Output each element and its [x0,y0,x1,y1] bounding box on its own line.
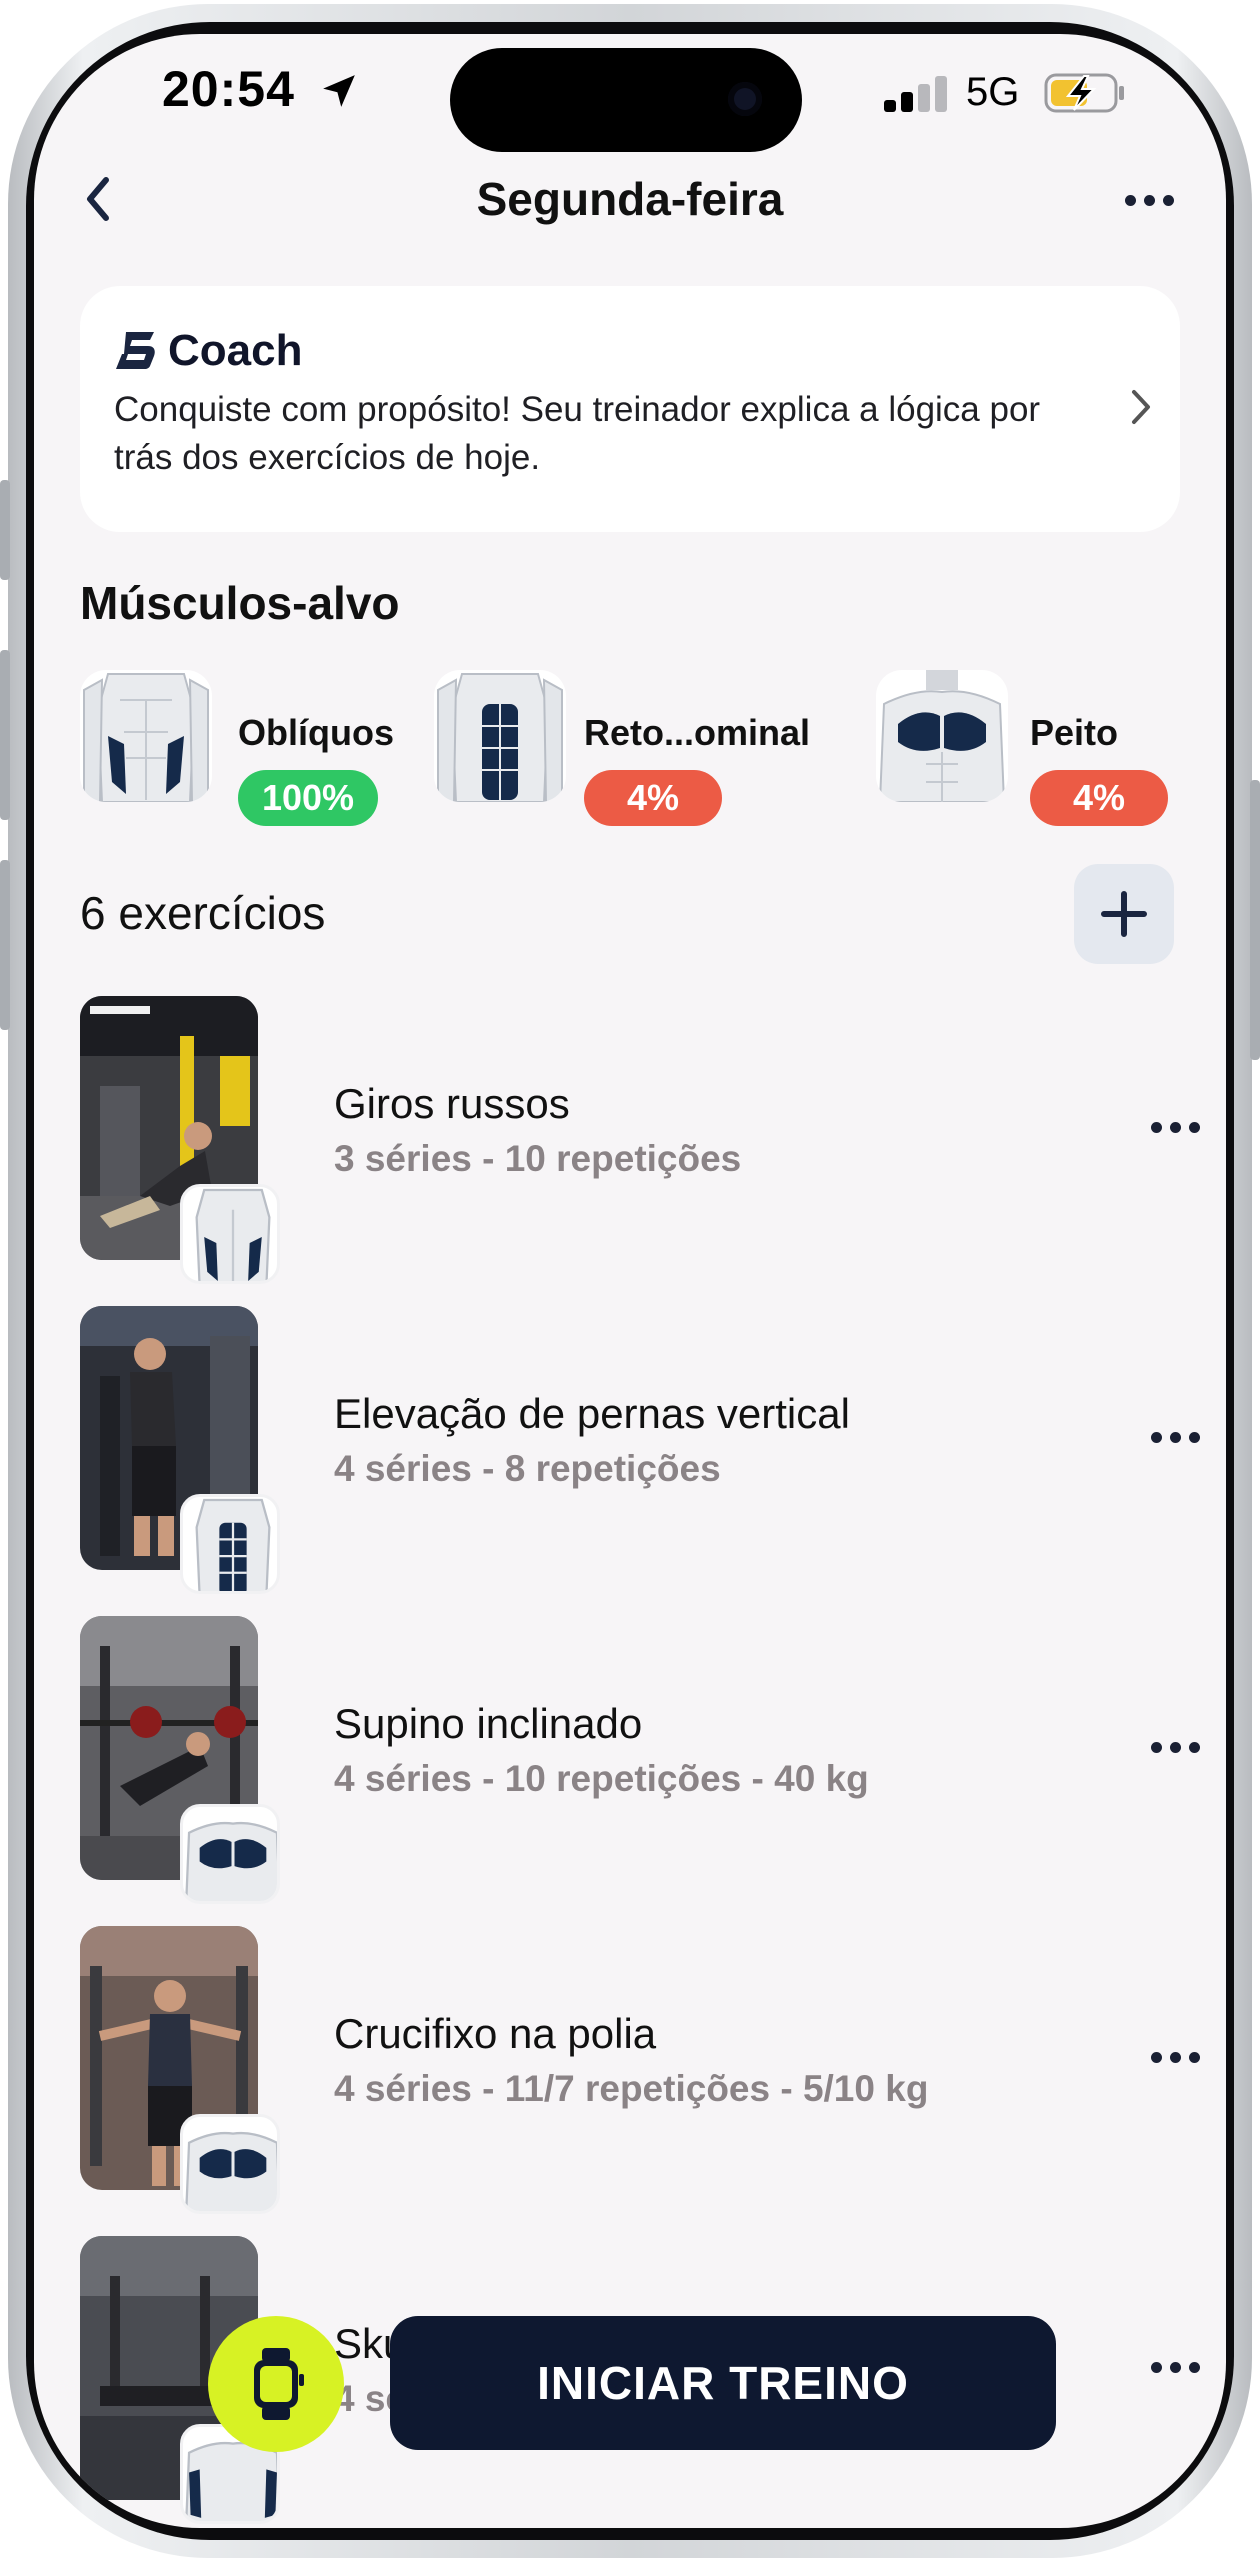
more-options-icon[interactable] [1114,180,1184,220]
location-arrow-icon [323,75,355,107]
exercise-item[interactable]: Supino inclinado 4 séries - 10 repetiçõe… [80,1616,1200,1904]
coach-logo-icon [116,332,155,369]
exercise-more-icon[interactable] [1140,2352,1210,2382]
exercise-name: Elevação de pernas vertical [334,1390,850,1437]
muscle-card-chest[interactable]: Peito 4% [876,670,1176,826]
exercise-muscle-badge [180,1184,280,1284]
plus-icon [1101,891,1147,937]
page-title: Segunda-feira [476,173,784,225]
phone-volume-up [0,650,10,820]
muscle-card-rectus-abdominis[interactable]: Reto...ominal 4% [434,670,854,826]
exercise-name: Crucifixo na polia [334,2010,657,2057]
exercise-muscle-badge [180,1494,280,1594]
start-workout-button[interactable]: INICIAR TREINO [390,2316,1056,2450]
exercise-more-icon[interactable] [1140,1732,1210,1762]
phone-volume-down [0,860,10,1030]
coach-description: Conquiste com propósito! Seu treinador e… [114,390,1041,477]
muscle-thumbnail [80,670,212,802]
coach-title: Coach [168,326,303,375]
camera-icon [728,82,762,116]
exercise-detail: 4 séries - 11/7 repetições - 5/10 kg [334,2068,929,2109]
exercise-more-icon[interactable] [1140,1112,1210,1142]
coach-card[interactable]: Coach Conquiste com propósito! Seu trein… [80,286,1180,532]
muscle-name: Peito [1030,712,1119,753]
exercises-count-heading: 6 exercícios [80,887,326,939]
battery-charging-icon [1044,73,1124,113]
muscle-name: Reto...ominal [584,712,811,753]
exercise-detail: 3 séries - 10 repetições [334,1138,742,1179]
watch-sync-button[interactable] [208,2316,344,2452]
abdominal-torso-icon [195,1498,271,1591]
muscle-card-obliques[interactable]: Oblíquos 100% [80,670,410,826]
network-type: 5G [966,70,1020,114]
chest-torso-icon [185,1821,277,1901]
exercise-muscle-badge [180,2114,280,2214]
dynamic-island [450,48,802,152]
muscle-thumbnail [876,670,1008,802]
app-screen: 20:54 5G Segunda-feira Coach Conquiste c… [34,34,1226,2528]
chest-torso-icon [185,2131,277,2211]
muscle-thumbnail [434,670,566,802]
phone-side-button [0,480,10,580]
muscle-percentage-badge: 4% [584,770,722,826]
phone-power-button [1250,780,1260,1060]
target-muscles-heading: Músculos-alvo [80,577,400,629]
exercise-item[interactable]: Elevação de pernas vertical 4 séries - 8… [80,1306,1200,1594]
exercise-item[interactable]: Crucifixo na polia 4 séries - 11/7 repet… [80,1926,1200,2214]
muscle-percentage-badge: 4% [1030,770,1168,826]
obliques-torso-icon [195,1188,271,1281]
exercise-item[interactable]: Giros russos 3 séries - 10 repetições [80,996,1200,1284]
muscle-percentage-badge: 100% [238,770,378,826]
add-exercise-button[interactable] [1074,864,1174,964]
exercise-more-icon[interactable] [1140,2042,1210,2072]
smartwatch-icon [254,2348,304,2420]
exercise-detail: 4 séries - 10 repetições - 40 kg [334,1758,869,1799]
exercise-name: Supino inclinado [334,1700,643,1747]
chevron-right-icon [1132,390,1150,424]
status-time: 20:54 [162,61,295,117]
exercise-name: Giros russos [334,1080,570,1127]
exercise-detail: 4 séries - 8 repetições [334,1448,721,1489]
exercise-more-icon[interactable] [1140,1422,1210,1452]
exercise-muscle-badge [180,1804,280,1904]
abdominal-torso-icon [437,673,563,802]
status-bar: 20:54 5G [34,34,1226,154]
obliques-torso-icon [83,673,209,802]
muscle-name: Oblíquos [238,712,394,753]
chest-torso-icon [878,670,1006,802]
cellular-signal-icon [884,76,948,112]
